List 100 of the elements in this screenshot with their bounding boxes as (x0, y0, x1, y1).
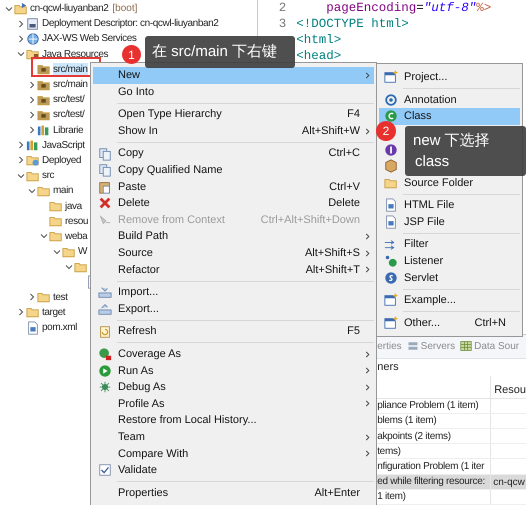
problem-text: tems) (377, 444, 401, 459)
menu-item[interactable]: Refactor Alt+Shift+T (93, 262, 374, 278)
menu-item[interactable]: Open Type Hierarchy F4 (93, 106, 374, 123)
collapse-chevron-icon[interactable] (40, 232, 48, 240)
menu-item[interactable]: Go Into (93, 84, 374, 100)
tree-item[interactable]: target (42, 306, 66, 319)
menu-item[interactable]: Listener (379, 252, 520, 270)
menu-item[interactable]: Class (379, 108, 520, 125)
menu-item[interactable]: Import... (93, 284, 374, 301)
menu-item[interactable]: Filter (379, 236, 520, 253)
class-icon (384, 109, 398, 124)
menu-item[interactable]: Run As (93, 362, 374, 380)
expand-chevron-icon[interactable] (28, 110, 36, 119)
globe-icon (26, 32, 40, 46)
menu-item[interactable]: Paste Ctrl+V (93, 178, 374, 196)
line-number: 2 (278, 0, 286, 15)
collapse-chevron-icon[interactable] (16, 172, 24, 180)
expand-chevron-icon[interactable] (16, 20, 24, 28)
code-line: <head> (296, 48, 342, 65)
collapse-chevron-icon[interactable] (52, 248, 60, 256)
globe-folder-icon (26, 153, 40, 168)
expand-chevron-icon[interactable] (28, 126, 36, 134)
tree-item[interactable]: weba (65, 230, 88, 243)
collapse-chevron-icon[interactable] (16, 50, 24, 58)
tree-item[interactable]: src (42, 169, 54, 182)
menu-item[interactable]: Build Path (93, 228, 374, 245)
resource-cell-text: cn-qcw (492, 476, 525, 489)
clipboard-icon (98, 180, 112, 194)
listener-icon (384, 254, 398, 268)
server-icon (406, 340, 419, 352)
tree-item[interactable]: Deployed (42, 154, 82, 167)
jar-folder-icon (26, 47, 40, 62)
code-line: <!DOCTYPE html> (296, 16, 409, 33)
menu-item[interactable]: Refresh F5 (93, 323, 374, 340)
menu-item[interactable]: Export... (93, 300, 374, 318)
menu-item[interactable]: Annotation (379, 92, 520, 108)
tree-item[interactable]: test (53, 290, 68, 304)
tree-item[interactable]: main (53, 184, 74, 198)
package-icon (384, 159, 398, 174)
callout-tooltip: new 下选择 class (405, 126, 526, 176)
expand-chevron-icon[interactable] (28, 80, 36, 89)
tree-item[interactable]: Deployment Descriptor: cn-qcwl-liuyanban2 (42, 17, 218, 30)
expand-chevron-icon[interactable] (16, 141, 24, 150)
folder-icon (49, 199, 63, 214)
html-file-icon (384, 198, 398, 212)
tree-item[interactable]: resou (65, 214, 88, 228)
menu-item[interactable]: Project... (379, 69, 520, 86)
copy-icon (98, 146, 112, 161)
expand-chevron-icon[interactable] (16, 308, 24, 316)
servlet-icon (384, 270, 398, 285)
tree-item[interactable]: java (65, 200, 82, 213)
menu-item[interactable]: Source Folder (379, 174, 520, 192)
expand-chevron-icon[interactable] (28, 293, 36, 302)
books-icon (26, 138, 40, 152)
collapse-chevron-icon[interactable] (28, 186, 36, 195)
menu-item[interactable]: JSP File (379, 214, 520, 230)
window-icon (384, 293, 398, 308)
tree-item[interactable]: pom.xml (42, 321, 77, 334)
tree-item[interactable]: Java Resources (42, 48, 108, 61)
problem-text: nfiguration Problem (1 iter (377, 460, 484, 474)
collapse-chevron-icon[interactable] (4, 4, 12, 13)
view-title: ners (377, 360, 399, 375)
expand-chevron-icon[interactable] (16, 156, 24, 164)
bug-icon (98, 380, 112, 394)
menu-item[interactable]: New (93, 67, 374, 84)
menu-item[interactable]: Debug As (93, 379, 374, 396)
window-icon (384, 70, 398, 84)
tree-item[interactable]: JAX-WS Web Services (42, 32, 136, 46)
expand-chevron-icon[interactable] (16, 34, 24, 43)
tree-item[interactable]: src/test/ (53, 93, 84, 106)
collapse-chevron-icon[interactable] (64, 262, 72, 271)
callout-tooltip: 在 src/main 下右键 (145, 36, 295, 68)
refresh-icon (98, 324, 112, 339)
menu-item[interactable]: Other... Ctrl+N (379, 314, 520, 332)
delete-icon (98, 196, 112, 210)
menu-item[interactable]: HTML File (379, 197, 520, 214)
tree-item[interactable]: JavaScript (42, 138, 85, 152)
copy-icon (98, 163, 112, 178)
tree-item[interactable]: Librarie (53, 124, 84, 137)
folder-icon (37, 290, 51, 304)
menu-item[interactable]: Copy Qualified Name (93, 162, 374, 179)
folder-icon (26, 305, 40, 320)
menu-item[interactable]: Copy Ctrl+C (93, 145, 374, 162)
folder-icon (49, 214, 63, 228)
menu-item[interactable]: Show In Alt+Shift+W (93, 122, 374, 140)
menu-item[interactable]: Servlet (379, 270, 520, 286)
menu-item[interactable]: Delete Delete (93, 195, 374, 212)
tree-item[interactable]: src/main (53, 78, 88, 92)
column-header[interactable]: Resou (491, 376, 526, 398)
menu-item[interactable]: Example... (379, 292, 520, 309)
menu-item[interactable]: Source Alt+Shift+S (93, 244, 374, 262)
tree-item[interactable]: src/main (53, 62, 88, 76)
problem-text: ed while filtering resource: (377, 475, 485, 490)
problem-text: blems (1 item) (377, 414, 436, 428)
tree-item[interactable]: src/test/ (53, 108, 84, 122)
tree-item[interactable]: W (78, 245, 88, 258)
menu-item[interactable]: Coverage As (93, 346, 374, 362)
project-folder-icon (14, 2, 28, 16)
expand-chevron-icon[interactable] (28, 96, 36, 104)
tree-item[interactable]: cn-qcwl-liuyanban2 (30, 2, 108, 16)
